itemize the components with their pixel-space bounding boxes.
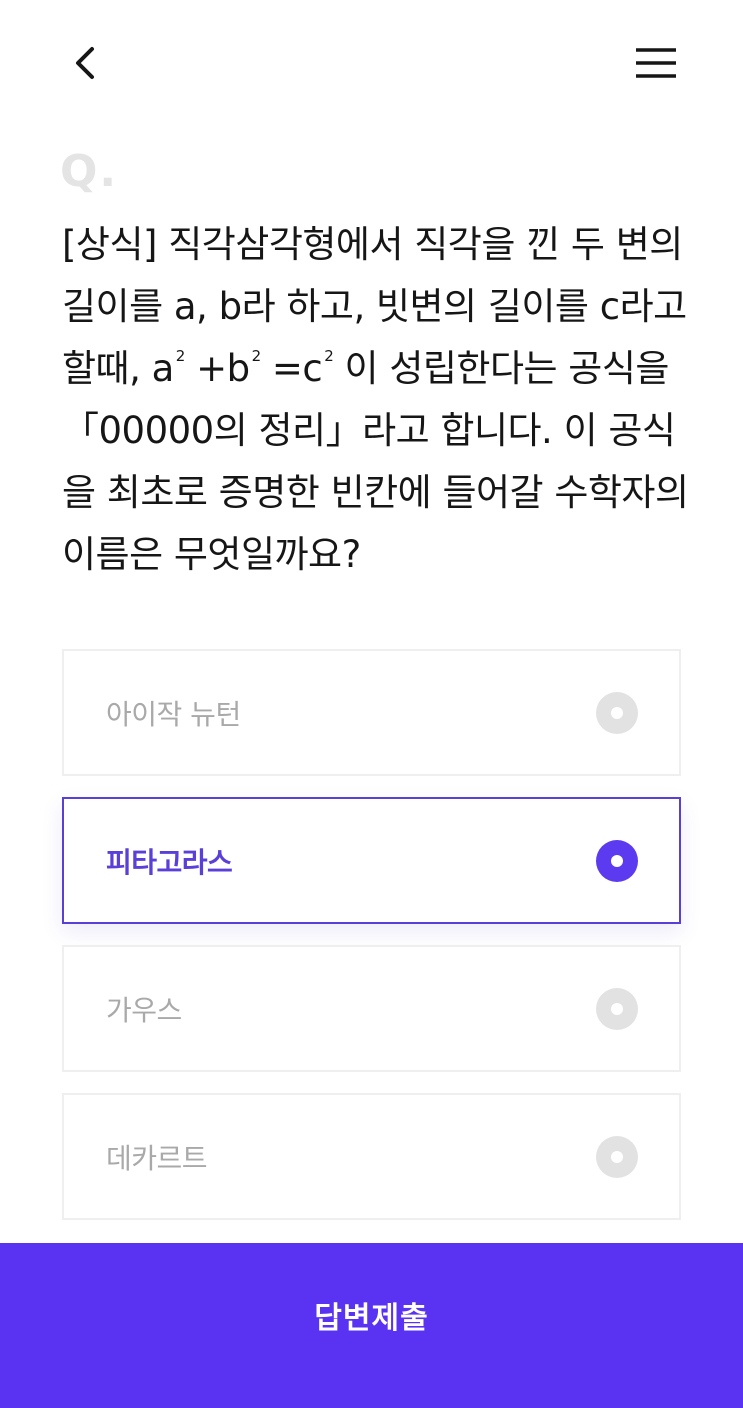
option-label: 피타고라스 [106, 845, 233, 879]
radio-icon[interactable] [596, 691, 638, 734]
question-prefix: Q. [60, 146, 119, 197]
answer-option-3[interactable]: 가우스 [62, 945, 681, 1072]
radio-selected-icon[interactable] [596, 839, 638, 882]
hamburger-menu-icon [636, 48, 676, 78]
top-bar [0, 0, 743, 130]
superscript: 2 [324, 347, 334, 365]
radio-icon[interactable] [596, 1135, 638, 1178]
submit-answer-button[interactable]: 답변제출 [0, 1243, 743, 1408]
answer-option-4[interactable]: 데카르트 [62, 1093, 681, 1220]
superscript: 2 [175, 347, 186, 365]
back-button[interactable] [62, 40, 110, 88]
answer-option-2[interactable]: 피타고라스 [62, 797, 681, 924]
question-text-part: +b [184, 347, 250, 390]
submit-button-label: 답변제출 [314, 1301, 429, 1336]
question-text-part: =c [260, 347, 323, 390]
chevron-left-icon [76, 47, 94, 79]
menu-button[interactable] [630, 40, 682, 88]
option-label: 데카르트 [106, 1141, 208, 1175]
radio-icon[interactable] [596, 987, 638, 1030]
option-label: 아이작 뉴턴 [106, 697, 241, 731]
answer-options: 아이작 뉴턴 피타고라스 가우스 데카르트 [62, 649, 681, 1241]
answer-option-1[interactable]: 아이작 뉴턴 [62, 649, 681, 776]
superscript: 2 [251, 347, 262, 365]
option-label: 가우스 [106, 993, 182, 1027]
question-text: [상식] 직각삼각형에서 직각을 낀 두 변의 길이를 a, b라 하고, 빗변… [62, 214, 692, 586]
